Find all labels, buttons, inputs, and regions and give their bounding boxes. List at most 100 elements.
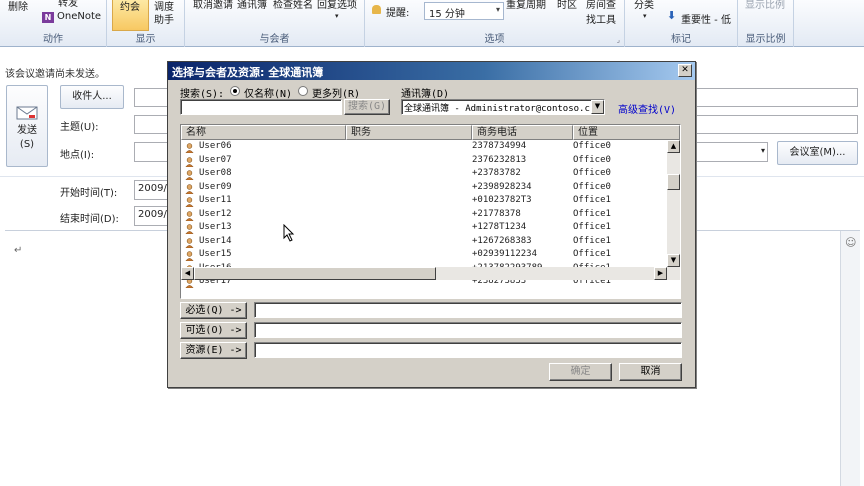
user-icon <box>185 143 194 153</box>
address-list[interactable]: 名称 职务 商务电话 位置 User06 2378734994 Office0 Use… <box>180 124 681 299</box>
chevron-down-icon[interactable]: ▼ <box>591 100 604 114</box>
list-item[interactable]: User12 +21778378 Office1 <box>181 209 668 223</box>
start-time-label: 开始时间(T): <box>60 188 118 199</box>
room-finder-button[interactable]: 房间查 <box>586 0 616 11</box>
response-options-button[interactable]: 回复选项 <box>317 0 357 11</box>
scroll-right-icon[interactable]: ▶ <box>654 267 667 280</box>
resources-button[interactable]: 资源(E) -> <box>180 342 247 359</box>
name-only-radio[interactable] <box>230 86 240 96</box>
close-button[interactable]: ✕ <box>678 64 692 77</box>
search-input[interactable] <box>180 99 342 115</box>
required-field[interactable] <box>254 302 682 318</box>
user-icon <box>185 156 194 167</box>
scheduling-assistant-label: 助手 <box>154 15 174 26</box>
user-phone: +1278T1234 <box>472 222 527 232</box>
user-location: Office0 <box>573 181 611 192</box>
advanced-find-link[interactable]: 高级查找(V) <box>618 101 676 116</box>
chevron-down-icon[interactable]: ▾ <box>761 146 765 155</box>
onenote-button[interactable]: OneNote <box>57 11 101 22</box>
list-item[interactable]: User15 +02939112234 Office1 <box>181 249 668 263</box>
user-phone: +21778378 <box>472 208 521 219</box>
appointment-button[interactable]: 约会 <box>112 0 149 31</box>
optional-field[interactable] <box>254 322 682 338</box>
resources-field[interactable] <box>254 342 682 358</box>
list-item[interactable]: User09 +2398928234 Office0 <box>181 182 668 196</box>
list-horizontal-scrollbar[interactable]: ◀ ▶ <box>181 267 680 280</box>
cancel-invitation-button[interactable]: 取消邀请 <box>193 0 233 11</box>
group-label-zoom: 显示比例 <box>745 34 786 45</box>
scroll-down-icon[interactable]: ▼ <box>667 254 680 267</box>
chevron-down-icon: ▾ <box>495 5 500 14</box>
importance-low-button[interactable]: 重要性 - 低 <box>681 11 731 26</box>
check-names-button[interactable]: 检查姓名 <box>273 0 313 11</box>
required-button[interactable]: 必选(Q) -> <box>180 302 247 319</box>
list-item[interactable]: User11 +01023782T3 Office1 <box>181 195 668 209</box>
list-item[interactable]: User06 2378734994 Office0 <box>181 141 668 155</box>
zoom-button[interactable]: 显示比例 <box>745 0 785 11</box>
search-button[interactable]: 搜索(G) <box>344 99 390 115</box>
address-book-value: 全球通讯簿 - Administrator@contoso.c <box>404 104 590 114</box>
ribbon-group-show: 约会 调度 助手 显示 <box>107 0 185 47</box>
more-columns-label: 更多列(R) <box>312 89 361 100</box>
user-icon <box>185 237 194 248</box>
scroll-thumb[interactable] <box>667 174 680 190</box>
rooms-button[interactable]: 会议室(M)... <box>777 141 858 165</box>
name-only-label: 仅名称(N) <box>244 89 293 100</box>
time-zones-button[interactable]: 时区 <box>557 0 577 11</box>
user-phone: +2398928234 <box>472 181 532 192</box>
to-button[interactable]: 收件人... <box>60 85 124 109</box>
subject-label: 主题(U): <box>60 122 99 133</box>
address-book-button[interactable]: 通讯簿 <box>237 0 267 11</box>
list-item[interactable]: User14 +1267268383 Office1 <box>181 236 668 250</box>
column-header-title[interactable]: 职务 <box>346 125 472 140</box>
user-location: Office1 <box>573 195 611 205</box>
dialog-titlebar[interactable]: 选择与会者及资源: 全球通讯簿 <box>168 62 695 80</box>
ok-button[interactable]: 确定 <box>549 363 612 381</box>
address-book-label: 通讯簿(D) <box>401 89 450 100</box>
ribbon-group-attendees: 取消邀请 通讯簿 检查姓名 回复选项 ▾ 与会者 <box>185 0 365 47</box>
user-name: User13 <box>199 222 232 232</box>
scroll-left-icon[interactable]: ◀ <box>181 267 194 280</box>
reminder-dropdown[interactable]: 15 分钟 ▾ <box>424 2 504 20</box>
list-vertical-scrollbar[interactable]: ▲ ▼ <box>667 140 680 267</box>
end-time-label: 结束时间(D): <box>60 214 119 225</box>
user-phone: +02939112234 <box>472 249 538 259</box>
optional-button[interactable]: 可选(O) -> <box>180 322 247 339</box>
column-header-name[interactable]: 名称 <box>181 125 346 140</box>
categorize-button[interactable]: 分类 <box>634 0 654 11</box>
send-button[interactable]: 发送 (S) <box>6 85 48 167</box>
user-name: User14 <box>199 235 232 246</box>
list-item[interactable]: User13 +1278T1234 Office1 <box>181 222 668 236</box>
group-label-options: 选项 <box>484 34 505 45</box>
list-header: 名称 职务 商务电话 位置 <box>181 125 680 140</box>
recurrence-button[interactable]: 重复周期 <box>506 0 546 11</box>
scroll-up-icon[interactable]: ▲ <box>667 140 680 153</box>
bell-icon <box>372 5 381 14</box>
user-icon <box>185 197 194 207</box>
forward-button[interactable]: 转发 <box>58 0 78 9</box>
paragraph-mark: ↵ <box>14 245 23 256</box>
dialog-launcher-icon[interactable]: ⌟ <box>617 36 620 44</box>
list-item[interactable]: User07 2376232813 Office0 <box>181 155 668 169</box>
address-book-dropdown[interactable]: 全球通讯簿 - Administrator@contoso.c ▼ <box>401 99 605 115</box>
close-icon: ✕ <box>681 65 689 75</box>
list-item[interactable]: User08 +23783782 Office0 <box>181 168 668 182</box>
column-header-phone[interactable]: 商务电话 <box>472 125 573 140</box>
user-phone: +1267268383 <box>472 235 532 246</box>
send-shortcut: (S) <box>19 139 35 150</box>
mouse-cursor-icon <box>283 224 295 242</box>
more-columns-radio[interactable] <box>298 86 308 96</box>
body-scrollbar[interactable]: ☺ <box>840 231 860 486</box>
reminder-label: 提醒: <box>386 8 410 19</box>
user-location: Office1 <box>573 235 611 246</box>
ribbon-group-actions: 删除 转发 N OneNote 动作 <box>0 0 107 47</box>
delete-button[interactable]: 删除 <box>8 0 28 13</box>
user-name: User08 <box>199 168 232 178</box>
arrow-down-icon: ⬇ <box>667 9 677 22</box>
cancel-button[interactable]: 取消 <box>619 363 682 381</box>
chevron-down-icon: ▾ <box>643 12 647 20</box>
hscroll-thumb[interactable] <box>194 267 436 280</box>
column-header-location[interactable]: 位置 <box>573 125 680 140</box>
user-phone: +23783782 <box>472 168 521 178</box>
user-name: User12 <box>199 208 232 219</box>
